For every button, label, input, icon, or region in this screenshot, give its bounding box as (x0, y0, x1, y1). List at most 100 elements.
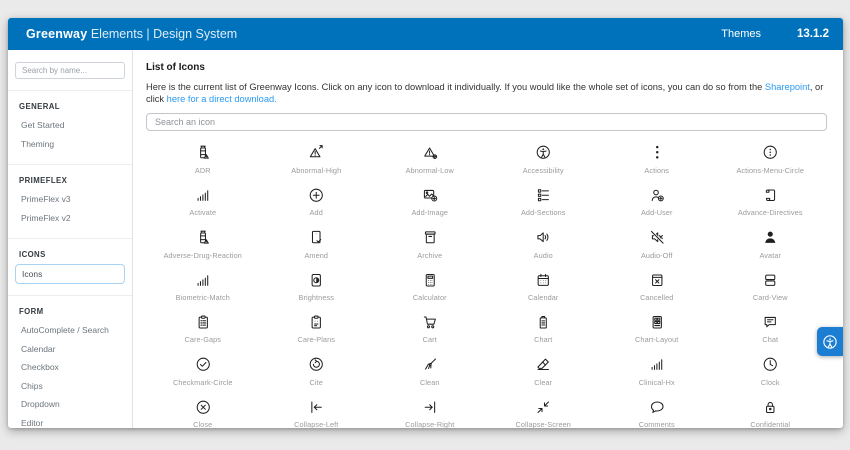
icon-cell-chat[interactable]: Chat (714, 304, 828, 346)
page-title: List of Icons (146, 62, 827, 73)
sidebar-item-dropdown[interactable]: Dropdown (15, 395, 125, 414)
main-content: List of Icons Here is the current list o… (133, 50, 843, 428)
brightness-icon (308, 271, 325, 288)
sidebar-item-calendar[interactable]: Calendar (15, 340, 125, 359)
icon-cell-cart[interactable]: Cart (373, 304, 487, 346)
icon-cell-cite[interactable]: Cite (260, 346, 374, 388)
icon-label: Audio (534, 251, 553, 260)
icon-label: Accessibility (523, 166, 564, 175)
icon-cell-add-sections[interactable]: Add-Sections (487, 177, 601, 219)
icon-label: Care-Gaps (184, 335, 221, 344)
icon-cell-clock[interactable]: Clock (714, 346, 828, 388)
sidebar-item-autocomplete-search[interactable]: AutoComplete / Search (15, 321, 125, 340)
icon-cell-avatar[interactable]: Avatar (714, 219, 828, 261)
icon-cell-add-user[interactable]: Add-User (600, 177, 714, 219)
direct-download-link[interactable]: here for a direct download. (167, 94, 277, 104)
icon-label: Checkmark-Circle (173, 378, 233, 387)
accessibility-widget-button[interactable] (817, 327, 843, 356)
icon-cell-advance-directives[interactable]: Advance-Directives (714, 177, 828, 219)
bar-chart-icon (195, 187, 212, 204)
icon-cell-chart[interactable]: Chart (487, 304, 601, 346)
icon-cell-audio-off[interactable]: Audio-Off (600, 219, 714, 261)
icon-cell-abnormal-high[interactable]: Abnormal-High (260, 134, 374, 176)
icon-cell-collapse-right[interactable]: Collapse-Right (373, 389, 487, 428)
icon-cell-care-plans[interactable]: Care-Plans (260, 304, 374, 346)
icon-cell-care-gaps[interactable]: Care-Gaps (146, 304, 260, 346)
icon-cell-confidential[interactable]: Confidential (714, 389, 828, 428)
comment-icon (649, 399, 666, 416)
sharepoint-link[interactable]: Sharepoint (765, 82, 810, 92)
sidebar-item-get-started[interactable]: Get Started (15, 116, 125, 135)
sidebar-item-chips[interactable]: Chips (15, 377, 125, 396)
icon-label: Card-View (753, 293, 788, 302)
icon-cell-close[interactable]: Close (146, 389, 260, 428)
icon-cell-adverse-drug-reaction[interactable]: Adverse-Drug-Reaction (146, 219, 260, 261)
icon-cell-audio[interactable]: Audio (487, 219, 601, 261)
page-description: Here is the current list of Greenway Ico… (146, 82, 827, 105)
user-plus-icon (649, 187, 666, 204)
icon-cell-add[interactable]: Add (260, 177, 374, 219)
x-box-icon (649, 271, 666, 288)
icon-label: Clock (761, 378, 780, 387)
icon-label: Add-User (641, 208, 673, 217)
sidebar-section-label: GENERAL (15, 100, 125, 116)
eraser-icon (535, 356, 552, 373)
plus-circle-icon (308, 187, 325, 204)
icon-label: Archive (417, 251, 442, 260)
icon-cell-amend[interactable]: Amend (260, 219, 374, 261)
icon-cell-clear[interactable]: Clear (487, 346, 601, 388)
cite-icon (308, 356, 325, 373)
icon-cell-cancelled[interactable]: Cancelled (600, 261, 714, 303)
sidebar-item-icons[interactable]: Icons (15, 264, 125, 284)
icon-label: Collapse-Right (405, 420, 454, 428)
sidebar-item-checkbox[interactable]: Checkbox (15, 358, 125, 377)
icon-label: Advance-Directives (738, 208, 803, 217)
icon-cell-activate[interactable]: Activate (146, 177, 260, 219)
icon-cell-archive[interactable]: Archive (373, 219, 487, 261)
icon-cell-brightness[interactable]: Brightness (260, 261, 374, 303)
icon-cell-card-view[interactable]: Card-View (714, 261, 828, 303)
doc-check-icon (308, 229, 325, 246)
icon-cell-collapse-screen[interactable]: Collapse-Screen (487, 389, 601, 428)
version-number: 13.1.2 (797, 28, 829, 40)
kebab-circle-icon (762, 144, 779, 161)
icon-cell-actions[interactable]: Actions (600, 134, 714, 176)
icon-cell-actions-menu-circle[interactable]: Actions-Menu-Circle (714, 134, 828, 176)
icon-cell-biometric-match[interactable]: Biometric-Match (146, 261, 260, 303)
icon-cell-comments[interactable]: Comments (600, 389, 714, 428)
cart-icon (422, 314, 439, 331)
sidebar-section-label: FORM (15, 305, 125, 321)
icon-label: Brightness (299, 293, 334, 302)
sidebar-item-primeflex-v2[interactable]: PrimeFlex v2 (15, 209, 125, 228)
icon-cell-clinical-hx[interactable]: Clinical-Hx (600, 346, 714, 388)
clipboard-list-icon (195, 314, 212, 331)
collapse-left-icon (308, 399, 325, 416)
sidebar-item-theming[interactable]: Theming (15, 135, 125, 154)
icon-label: Chart (534, 335, 552, 344)
icon-cell-checkmark-circle[interactable]: Checkmark-Circle (146, 346, 260, 388)
icon-cell-add-image[interactable]: Add-Image (373, 177, 487, 219)
sidebar-section-primeflex: PRIMEFLEXPrimeFlex v3PrimeFlex v2 (15, 165, 125, 227)
icon-cell-accessibility[interactable]: Accessibility (487, 134, 601, 176)
brand-name: Greenway (26, 27, 87, 41)
themes-menu[interactable]: Themes (721, 28, 761, 40)
sidebar-item-primeflex-v3[interactable]: PrimeFlex v3 (15, 190, 125, 209)
icon-label: Collapse-Screen (516, 420, 571, 428)
icon-cell-calendar[interactable]: Calendar (487, 261, 601, 303)
icon-cell-collapse-left[interactable]: Collapse-Left (260, 389, 374, 428)
sidebar-search-input[interactable] (15, 62, 125, 79)
app-header: Greenway Elements | Design System Themes… (8, 18, 843, 50)
icon-cell-calculator[interactable]: Calculator (373, 261, 487, 303)
sidebar-section-form: FORMAutoComplete / SearchCalendarCheckbo… (15, 296, 125, 428)
icon-cell-clean[interactable]: Clean (373, 346, 487, 388)
sidebar-item-editor[interactable]: Editor (15, 414, 125, 429)
sidebar-section-label: ICONS (15, 248, 125, 264)
icon-label: Amend (304, 251, 328, 260)
calculator-icon (422, 271, 439, 288)
icon-label: Abnormal-High (291, 166, 341, 175)
icon-cell-abnormal-low[interactable]: Abnormal-Low (373, 134, 487, 176)
icon-cell-adr[interactable]: ADR (146, 134, 260, 176)
icon-search-input[interactable] (146, 113, 827, 131)
icon-label: Cite (310, 378, 323, 387)
icon-cell-chart-layout[interactable]: Chart-Layout (600, 304, 714, 346)
